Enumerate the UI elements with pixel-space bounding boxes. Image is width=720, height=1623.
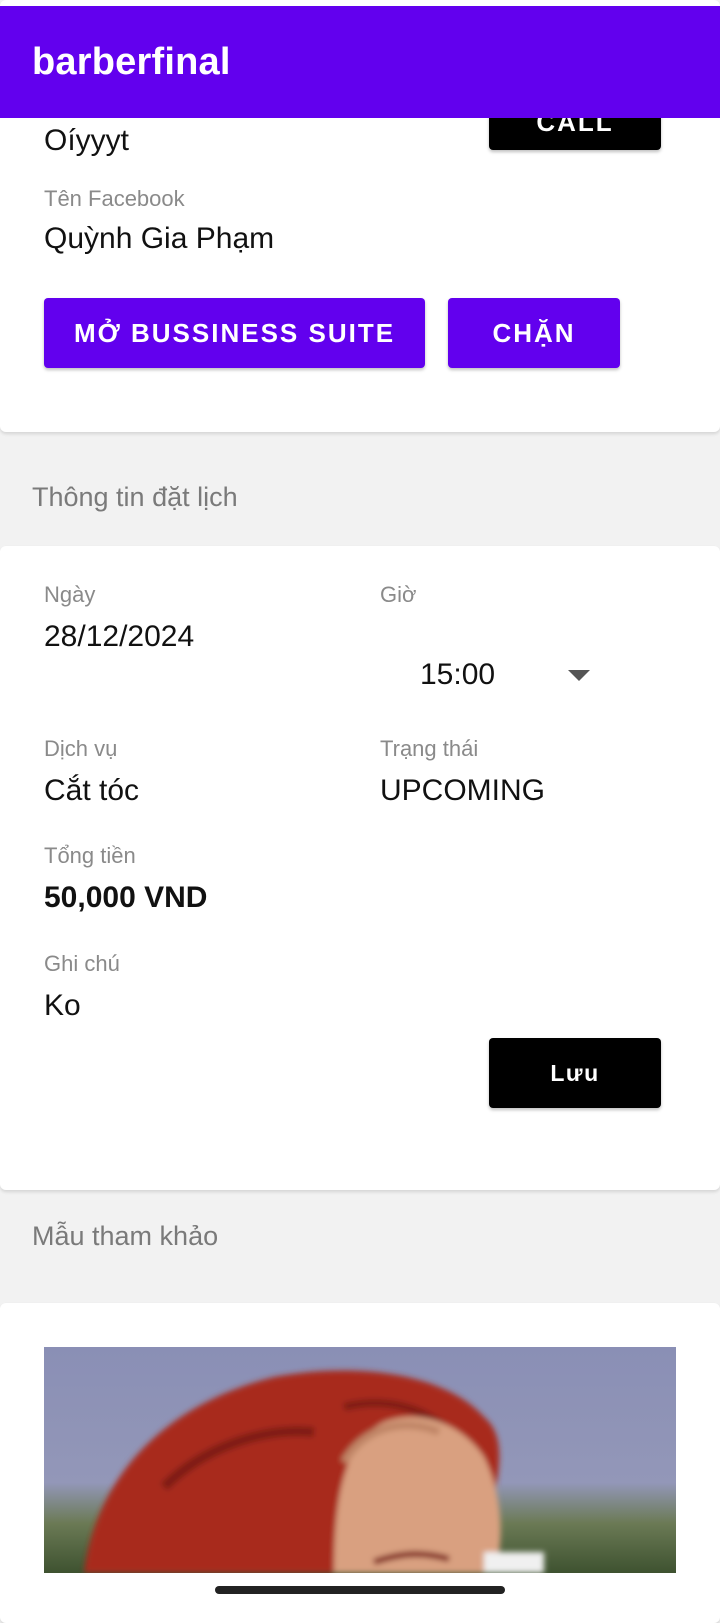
status-value: UPCOMING xyxy=(380,774,545,807)
total-value: 50,000 VND xyxy=(44,881,208,914)
time-dropdown-value: 15:00 xyxy=(420,658,496,691)
date-label: Ngày xyxy=(44,582,96,607)
date-value: 28/12/2024 xyxy=(44,620,195,653)
note-label: Ghi chú xyxy=(44,951,120,976)
home-indicator[interactable] xyxy=(215,1586,505,1594)
hair-photo-illustration xyxy=(84,1370,544,1573)
app-title: barberfinal xyxy=(32,40,231,83)
reference-sample-image[interactable] xyxy=(44,1347,676,1573)
save-button[interactable]: Lưu xyxy=(489,1038,661,1108)
dropdown-arrow-icon xyxy=(568,669,590,681)
block-button[interactable]: CHẶN xyxy=(448,298,620,368)
service-value: Cắt tóc xyxy=(44,774,140,807)
app-bar: barberfinal xyxy=(0,6,720,118)
customer-name: Oíyyyt xyxy=(44,124,130,157)
open-business-suite-button[interactable]: MỞ BUSSINESS SUITE xyxy=(44,298,425,368)
facebook-name-label: Tên Facebook xyxy=(44,186,185,211)
note-value: Ko xyxy=(44,989,81,1022)
reference-section-title: Mẫu tham khảo xyxy=(32,1221,219,1251)
service-label: Dịch vụ xyxy=(44,736,118,761)
status-label: Trạng thái xyxy=(380,736,479,761)
facebook-name-value: Quỳnh Gia Phạm xyxy=(44,222,275,255)
total-label: Tổng tiền xyxy=(44,843,136,868)
booking-section-title: Thông tin đặt lịch xyxy=(32,482,238,512)
time-dropdown[interactable]: 15:00 xyxy=(410,638,600,712)
time-label: Giờ xyxy=(380,582,417,607)
